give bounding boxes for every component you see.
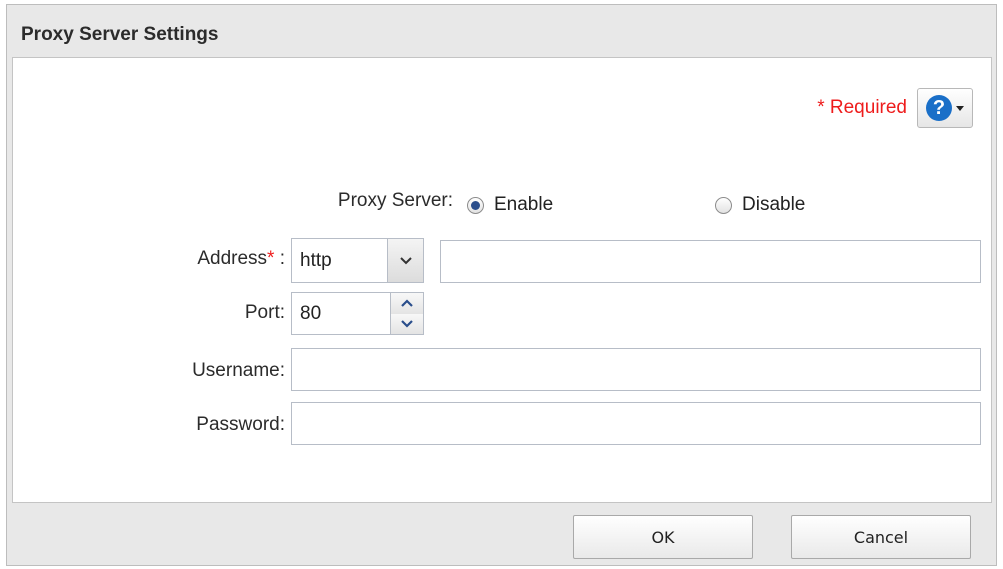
spin-down-icon[interactable] — [391, 313, 423, 334]
protocol-select-value: http — [300, 249, 332, 271]
address-label: Address* : — [197, 248, 285, 269]
cancel-button[interactable]: Cancel — [791, 515, 971, 559]
required-legend: * Required ? — [817, 88, 973, 128]
radio-disable-button[interactable] — [715, 196, 732, 214]
port-label: Port: — [244, 302, 285, 323]
password-label: Password: — [196, 414, 285, 435]
help-button[interactable]: ? — [917, 88, 973, 128]
dialog-content: * Required ? Proxy Server: Enable Disabl… — [12, 57, 992, 503]
radio-enable-button[interactable] — [467, 196, 484, 214]
proxy-settings-dialog: Proxy Server Settings * Required ? Proxy… — [6, 4, 997, 566]
radio-disable-label: Disable — [742, 194, 806, 215]
required-star: * — [817, 97, 825, 118]
port-value: 80 — [300, 302, 322, 324]
chevron-down-icon — [956, 105, 964, 111]
username-input[interactable] — [291, 348, 981, 391]
address-required-star: * — [267, 248, 275, 269]
question-circle-icon: ? — [926, 95, 952, 121]
username-label: Username: — [192, 360, 285, 381]
radio-disable[interactable]: Disable — [715, 194, 805, 216]
password-input[interactable] — [291, 402, 981, 445]
protocol-select[interactable]: http — [291, 238, 424, 283]
radio-selected-dot — [471, 200, 480, 210]
dialog-title: Proxy Server Settings — [21, 24, 219, 45]
ok-button[interactable]: OK — [573, 515, 753, 559]
proxy-server-label: Proxy Server: — [337, 190, 453, 211]
radio-enable[interactable]: Enable — [467, 194, 553, 216]
proxy-host-input[interactable] — [440, 240, 981, 283]
spin-up-icon[interactable] — [391, 293, 423, 314]
radio-enable-label: Enable — [494, 194, 554, 215]
dialog-titlebar: Proxy Server Settings — [7, 5, 996, 57]
chevron-down-icon[interactable] — [387, 239, 423, 282]
port-spinner[interactable]: 80 — [291, 292, 424, 335]
required-label: Required — [829, 97, 907, 118]
